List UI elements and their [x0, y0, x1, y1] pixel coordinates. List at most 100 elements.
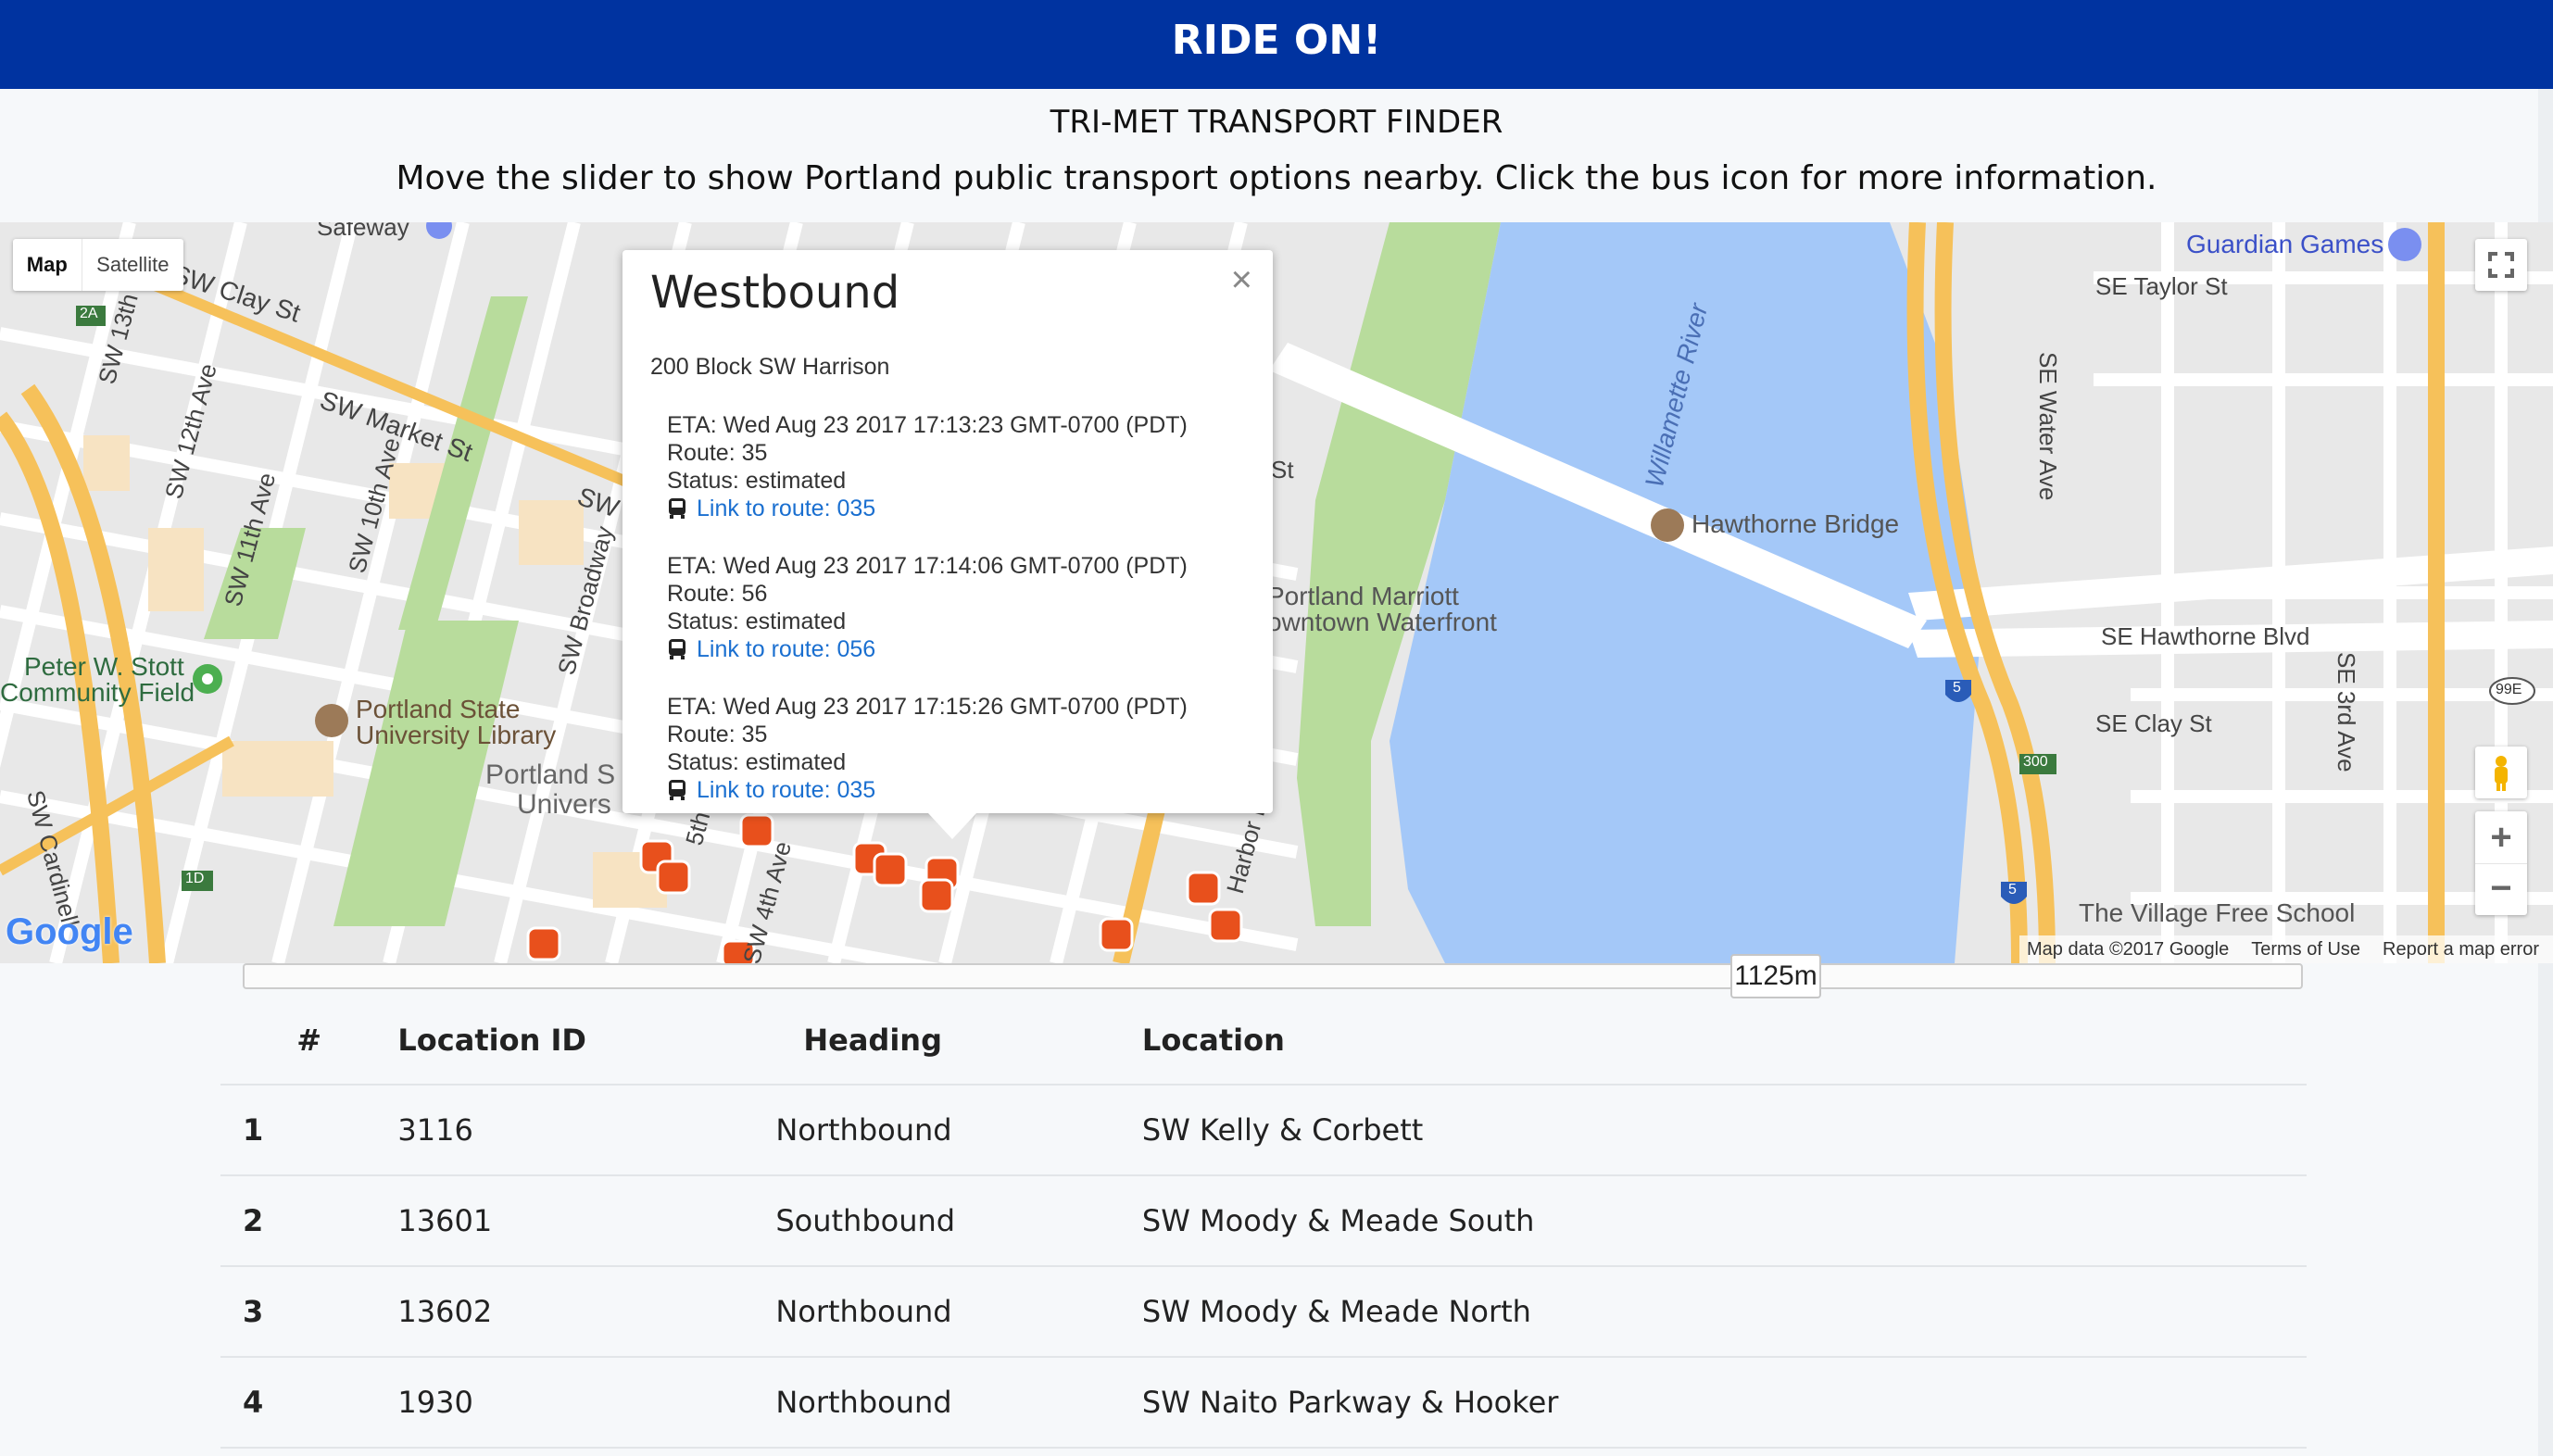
route-shield-300: 300: [2023, 754, 2048, 770]
map-label-se-clay-st: SE Clay St: [2095, 709, 2212, 737]
bus-marker[interactable]: [1186, 871, 1221, 906]
report-map-error-link[interactable]: Report a map error: [2383, 939, 2539, 960]
street-view-pegman[interactable]: [2475, 747, 2527, 798]
row-location-id: 13601: [397, 1175, 776, 1267]
row-heading: Northbound: [775, 1085, 1142, 1176]
bus-marker[interactable]: [1208, 908, 1243, 943]
arrival-eta: ETA: Wed Aug 23 2017 17:13:23 GMT-0700 (…: [667, 412, 1188, 438]
terms-of-use-link[interactable]: Terms of Use: [2251, 939, 2360, 960]
arrival-eta: ETA: Wed Aug 23 2017 17:14:06 GMT-0700 (…: [667, 553, 1188, 579]
bus-marker[interactable]: [1099, 917, 1134, 952]
table-row: 1 3116 Northbound SW Kelly & Corbett: [220, 1085, 2307, 1176]
app-title: RIDE ON!: [1171, 17, 1382, 64]
row-heading: Northbound: [775, 1266, 1142, 1358]
route-link-text[interactable]: Link to route: 035: [697, 776, 875, 804]
bus-icon: [669, 780, 685, 800]
route-link[interactable]: Link to route: 035: [667, 495, 1188, 522]
route-link[interactable]: Link to route: 056: [667, 635, 1188, 663]
stop-info-popup: × Westbound 200 Block SW Harrison ETA: W…: [623, 250, 1273, 839]
bus-marker[interactable]: [873, 852, 908, 887]
table-row: 2 13601 Southbound SW Moody & Meade Sout…: [220, 1175, 2307, 1267]
map-attribution: Map data ©2017 Google: [2027, 938, 2230, 960]
row-location: SW Naito Parkway & Hooker: [1141, 1357, 2307, 1449]
route-link-text[interactable]: Link to route: 056: [697, 635, 875, 663]
bus-marker[interactable]: [526, 926, 561, 961]
arrival-route: Route: 56: [667, 581, 768, 607]
fullscreen-icon: [2488, 252, 2514, 278]
row-number: 4: [220, 1357, 398, 1449]
map-label-hawthorne-bridge: Hawthorne Bridge: [1692, 509, 1900, 538]
map-label-psu-1: Portland S: [485, 759, 616, 790]
arrival-route: Route: 35: [667, 440, 768, 466]
column-header-location: Location: [1141, 997, 2307, 1086]
map-type-control: Map Satellite: [13, 239, 183, 291]
popup-address: 200 Block SW Harrison: [650, 354, 890, 380]
route-shield-1d: 1D: [185, 871, 205, 886]
route-shield-99e: 99E: [2496, 682, 2522, 697]
arrival-status: Status: estimated: [667, 749, 847, 775]
table-row: 3 13602 Northbound SW Moody & Meade Nort…: [220, 1266, 2307, 1358]
distance-slider-track[interactable]: [243, 963, 2303, 989]
row-location-id: 1930: [397, 1357, 776, 1449]
zoom-out-button[interactable]: −: [2475, 863, 2527, 916]
popup-title: Westbound: [650, 267, 900, 319]
column-header-location-id: Location ID: [397, 997, 776, 1086]
map-label-se-taylor-st: SE Taylor St: [2095, 272, 2228, 300]
column-header-number: #: [220, 997, 398, 1086]
row-number: 2: [220, 1175, 398, 1267]
route-shield-2a: 2A: [80, 306, 98, 321]
row-heading: Southbound: [775, 1175, 1142, 1267]
arrival-item: ETA: Wed Aug 23 2017 17:13:23 GMT-0700 (…: [667, 411, 1188, 522]
map-view[interactable]: Safeway SW Clay St SW Market St SW SW 13…: [0, 222, 2553, 963]
table-header-row: # Location ID Heading Location: [220, 997, 2307, 1086]
distance-slider-handle[interactable]: 1125m: [1730, 954, 1821, 998]
fullscreen-button[interactable]: [2475, 239, 2527, 291]
bus-marker[interactable]: [656, 860, 691, 895]
row-number: 3: [220, 1266, 398, 1358]
row-heading: Northbound: [775, 1357, 1142, 1449]
row-location-id: 3116: [397, 1085, 776, 1176]
arrival-item: ETA: Wed Aug 23 2017 17:15:26 GMT-0700 (…: [667, 693, 1188, 804]
row-number: 1: [220, 1085, 398, 1176]
map-type-button[interactable]: Map: [13, 239, 82, 291]
arrival-route: Route: 35: [667, 722, 768, 747]
map-label-stott-2: Community Field: [0, 678, 195, 707]
table-row: 4 1930 Northbound SW Naito Parkway & Hoo…: [220, 1357, 2307, 1449]
route-shield-5-north: 5: [1953, 680, 1961, 696]
popup-pointer: [928, 813, 976, 839]
bus-marker[interactable]: [919, 878, 954, 913]
bus-icon: [669, 498, 685, 519]
map-label-marriott-2: owntown Waterfront: [1267, 608, 1497, 636]
zoom-in-button[interactable]: +: [2475, 811, 2527, 863]
route-link-text[interactable]: Link to route: 035: [697, 495, 875, 522]
map-label-safeway: Safeway: [317, 222, 409, 241]
arrival-status: Status: estimated: [667, 609, 847, 634]
satellite-button[interactable]: Satellite: [81, 239, 183, 291]
map-label-se-3rd-ave: SE 3rd Ave: [2333, 652, 2360, 772]
route-link[interactable]: Link to route: 035: [667, 776, 1188, 804]
route-shield-5-south: 5: [2008, 882, 2017, 897]
map-label-psu-2: Univers: [517, 789, 611, 820]
popup-close-button[interactable]: ×: [1231, 259, 1252, 301]
arrival-item: ETA: Wed Aug 23 2017 17:14:06 GMT-0700 (…: [667, 552, 1188, 663]
stops-table: # Location ID Heading Location 1 3116 No…: [220, 997, 2307, 1449]
row-location: SW Kelly & Corbett: [1141, 1085, 2307, 1176]
pegman-icon: [2495, 756, 2508, 791]
map-attribution-bar: Map data ©2017 Google Terms of Use Repor…: [2019, 935, 2553, 963]
row-location-id: 13602: [397, 1266, 776, 1358]
arrival-eta: ETA: Wed Aug 23 2017 17:15:26 GMT-0700 (…: [667, 694, 1188, 720]
row-location: SW Moody & Meade North: [1141, 1266, 2307, 1358]
map-label-guardian-games: Guardian Games: [2186, 230, 2384, 258]
app-header: RIDE ON!: [0, 0, 2553, 89]
map-label-village-free-school: The Village Free School: [2079, 898, 2356, 927]
instructions-text: Move the slider to show Portland public …: [396, 159, 2157, 197]
zoom-control: + −: [2475, 811, 2527, 915]
google-logo[interactable]: Google: [6, 911, 133, 953]
map-label-psu-library-2: University Library: [356, 721, 557, 749]
column-header-heading: Heading: [775, 997, 1142, 1086]
page-subtitle: TRI-MET TRANSPORT FINDER: [1050, 104, 1503, 141]
map-label-se-water-ave: SE Water Ave: [2034, 352, 2062, 501]
map-label-st: St: [1271, 456, 1294, 483]
row-location: SW Moody & Meade South: [1141, 1175, 2307, 1267]
map-label-se-hawthorne-blvd: SE Hawthorne Blvd: [2101, 622, 2310, 650]
